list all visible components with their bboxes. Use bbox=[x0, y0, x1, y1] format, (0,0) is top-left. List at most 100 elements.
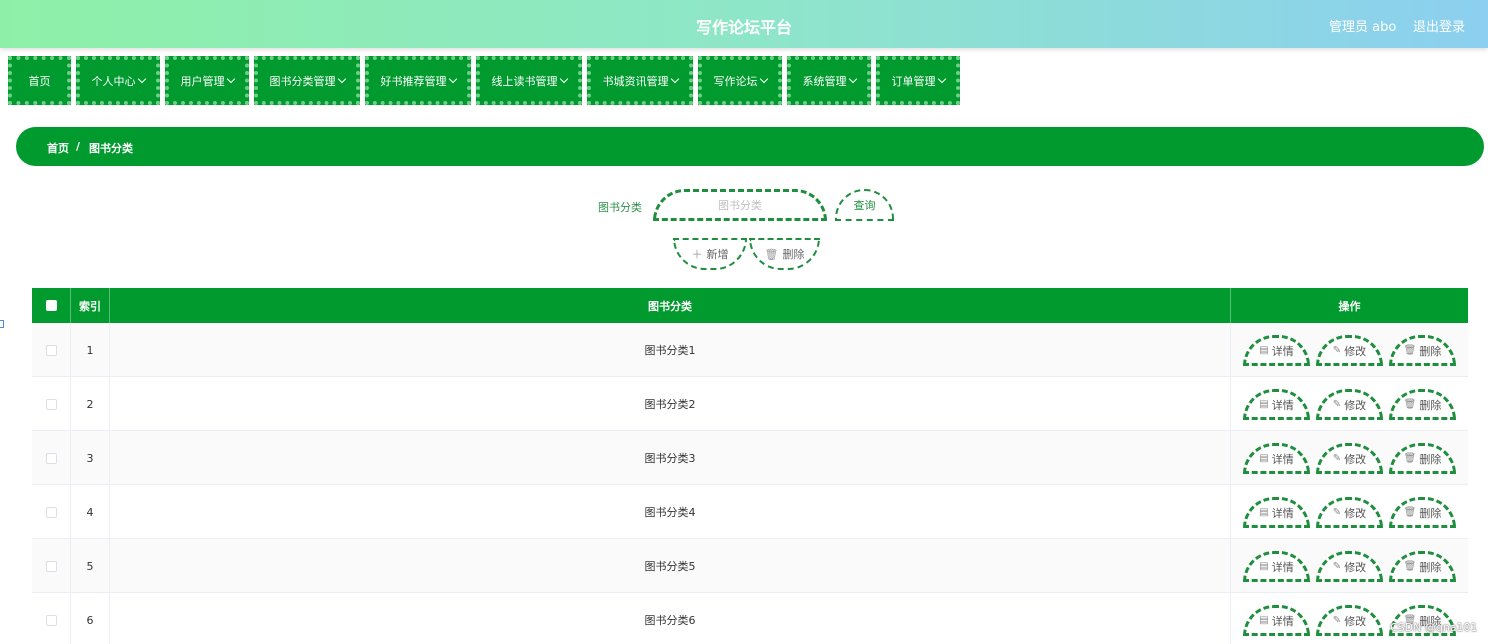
row-index: 3 bbox=[71, 431, 110, 485]
logout-link[interactable]: 退出登录 bbox=[1413, 16, 1465, 35]
row-checkbox[interactable] bbox=[32, 431, 71, 485]
checkbox-box bbox=[45, 614, 57, 626]
delete-label: 删除 bbox=[1419, 344, 1442, 358]
chevron-down-icon bbox=[759, 74, 768, 83]
edit-button[interactable]: ✎ 修改 bbox=[1316, 497, 1383, 528]
delete-button-label: 删除 bbox=[782, 248, 805, 261]
document-icon: ▤ bbox=[1259, 507, 1269, 518]
chevron-down-icon bbox=[848, 74, 857, 83]
nav-item-news-management[interactable]: 书城资讯管理 bbox=[587, 56, 693, 105]
nav-label: 订单管理 bbox=[891, 74, 936, 88]
detail-button[interactable]: ▤ 详情 bbox=[1243, 335, 1310, 366]
admin-label: 管理员 abo bbox=[1329, 20, 1397, 35]
breadcrumb-current: 图书分类 bbox=[89, 142, 133, 155]
row-actions: ▤ 详情 ✎ 修改 🗑 删除 bbox=[1231, 593, 1468, 644]
category-search-input[interactable] bbox=[653, 189, 827, 221]
detail-label: 详情 bbox=[1271, 614, 1294, 628]
chevron-down-icon bbox=[937, 74, 946, 83]
app-title: 写作论坛平台 bbox=[695, 18, 792, 37]
row-checkbox[interactable] bbox=[32, 539, 71, 593]
table-row: 2 图书分类2 ▤ 详情 ✎ 修改 🗑 删除 bbox=[32, 377, 1468, 431]
edit-button[interactable]: ✎ 修改 bbox=[1316, 443, 1383, 474]
detail-button[interactable]: ▤ 详情 bbox=[1243, 605, 1310, 636]
search-label: 图书分类 bbox=[598, 201, 642, 214]
nav-item-online-reading-management[interactable]: 线上读书管理 bbox=[476, 56, 582, 105]
chevron-down-icon bbox=[226, 74, 235, 83]
edit-button[interactable]: ✎ 修改 bbox=[1316, 335, 1383, 366]
watermark: CSDN @qna101 bbox=[1390, 621, 1478, 634]
chevron-down-icon bbox=[337, 74, 346, 83]
plus-icon: ＋ bbox=[691, 248, 703, 261]
table-row: 5 图书分类5 ▤ 详情 ✎ 修改 🗑 删除 bbox=[32, 539, 1468, 593]
breadcrumb-home[interactable]: 首页 bbox=[47, 140, 69, 156]
nav-label: 用户管理 bbox=[180, 74, 225, 88]
row-checkbox[interactable] bbox=[32, 377, 71, 431]
delete-button[interactable]: 🗑 删除 bbox=[1389, 551, 1456, 582]
add-button[interactable]: ＋新增 bbox=[673, 238, 747, 270]
nav-item-book-category-management[interactable]: 图书分类管理 bbox=[254, 56, 360, 105]
edit-button[interactable]: ✎ 修改 bbox=[1316, 551, 1383, 582]
select-all-checkbox[interactable] bbox=[32, 288, 71, 323]
delete-label: 删除 bbox=[1419, 506, 1442, 520]
delete-label: 删除 bbox=[1419, 398, 1442, 412]
chevron-down-icon bbox=[670, 74, 679, 83]
row-checkbox[interactable] bbox=[32, 323, 71, 377]
detail-button[interactable]: ▤ 详情 bbox=[1243, 551, 1310, 582]
row-index: 6 bbox=[71, 593, 110, 644]
pencil-icon: ✎ bbox=[1332, 399, 1342, 410]
add-button-label: 新增 bbox=[706, 248, 729, 261]
column-header-category: 图书分类 bbox=[110, 288, 1231, 323]
nav-label: 个人中心 bbox=[91, 74, 136, 88]
trash-icon: 🗑 bbox=[1403, 561, 1417, 572]
nav-item-recommendation-management[interactable]: 好书推荐管理 bbox=[365, 56, 471, 105]
document-icon: ▤ bbox=[1259, 345, 1269, 356]
nav-item-personal-center[interactable]: 个人中心 bbox=[76, 56, 160, 105]
delete-button[interactable]: 🗑 删除 bbox=[1389, 335, 1456, 366]
edit-button[interactable]: ✎ 修改 bbox=[1316, 389, 1383, 420]
query-button[interactable]: 查询 bbox=[835, 189, 894, 221]
edit-label: 修改 bbox=[1344, 344, 1367, 358]
detail-button[interactable]: ▤ 详情 bbox=[1243, 443, 1310, 474]
nav-item-system-management[interactable]: 系统管理 bbox=[787, 56, 871, 105]
row-index: 1 bbox=[71, 323, 110, 377]
nav-label: 系统管理 bbox=[802, 74, 847, 88]
column-header-index: 索引 bbox=[71, 288, 110, 323]
chevron-down-icon bbox=[137, 74, 146, 83]
nav-item-writing-forum[interactable]: 写作论坛 bbox=[698, 56, 782, 105]
nav-item-order-management[interactable]: 订单管理 bbox=[876, 56, 960, 105]
delete-button[interactable]: 🗑 删除 bbox=[1389, 497, 1456, 528]
checkbox-box bbox=[45, 300, 57, 311]
nav-label: 书城资讯管理 bbox=[602, 74, 669, 88]
nav-label: 好书推荐管理 bbox=[380, 74, 447, 88]
row-actions: ▤ 详情 ✎ 修改 🗑 删除 bbox=[1231, 539, 1468, 593]
row-checkbox[interactable] bbox=[32, 593, 71, 644]
batch-delete-button[interactable]: 🗑 删除 bbox=[749, 238, 820, 270]
pencil-icon: ✎ bbox=[1332, 453, 1342, 464]
nav-item-user-management[interactable]: 用户管理 bbox=[165, 56, 249, 105]
chevron-down-icon bbox=[448, 74, 457, 83]
edit-button[interactable]: ✎ 修改 bbox=[1316, 605, 1383, 636]
delete-button[interactable]: 🗑 删除 bbox=[1389, 389, 1456, 420]
checkbox-box bbox=[45, 398, 57, 410]
pencil-icon: ✎ bbox=[1332, 345, 1342, 356]
trash-icon: 🗑 bbox=[1403, 345, 1417, 356]
table-row: 3 图书分类3 ▤ 详情 ✎ 修改 🗑 删除 bbox=[32, 431, 1468, 485]
checkbox-box bbox=[45, 560, 57, 572]
pencil-icon: ✎ bbox=[1332, 507, 1342, 518]
table-row: 6 图书分类6 ▤ 详情 ✎ 修改 🗑 删除 bbox=[32, 593, 1468, 644]
table-row: 4 图书分类4 ▤ 详情 ✎ 修改 🗑 删除 bbox=[32, 485, 1468, 539]
edit-label: 修改 bbox=[1344, 452, 1367, 466]
nav-label: 图书分类管理 bbox=[269, 74, 336, 88]
delete-button[interactable]: 🗑 删除 bbox=[1389, 443, 1456, 474]
nav-item-home[interactable]: 首页 bbox=[8, 56, 71, 105]
detail-button[interactable]: ▤ 详情 bbox=[1243, 497, 1310, 528]
row-category: 图书分类6 bbox=[110, 593, 1231, 644]
table-row: 1 图书分类1 ▤ 详情 ✎ 修改 🗑 删除 bbox=[32, 323, 1468, 377]
edit-label: 修改 bbox=[1344, 398, 1367, 412]
checkbox-box bbox=[45, 452, 57, 464]
trash-icon: 🗑 bbox=[1403, 507, 1417, 518]
edge-marker bbox=[0, 320, 4, 328]
delete-label: 删除 bbox=[1419, 452, 1442, 466]
row-checkbox[interactable] bbox=[32, 485, 71, 539]
detail-button[interactable]: ▤ 详情 bbox=[1243, 389, 1310, 420]
